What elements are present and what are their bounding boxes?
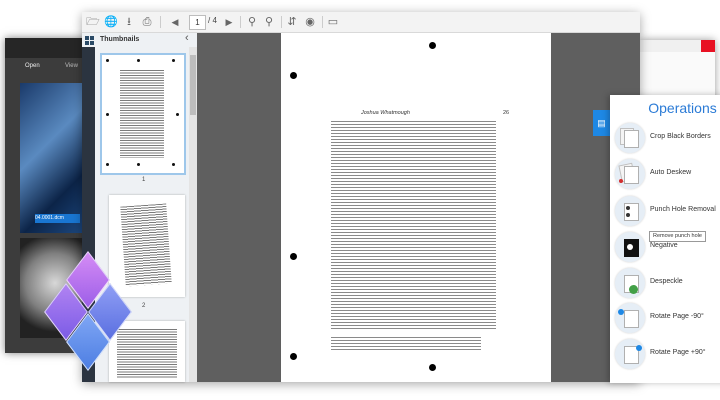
negative-icon [615, 232, 645, 262]
punch-hole-mark [172, 163, 175, 166]
punch-hole-mark [290, 253, 297, 260]
despeckle-icon [615, 268, 645, 298]
op-label: Rotate Page +90° [650, 349, 706, 356]
total-pages-label: / 4 [208, 16, 217, 25]
op-despeckle[interactable]: Despeckle [615, 268, 720, 300]
zoom-out-icon[interactable]: ⚲ [245, 15, 259, 29]
zoom-in-icon[interactable]: ⚲ [262, 15, 276, 29]
punch-hole-mark [106, 163, 109, 166]
printer-icon[interactable]: ⎙ [140, 15, 154, 29]
triangle-left-icon[interactable]: ◀ [168, 15, 182, 29]
fit-height-icon[interactable]: ⇵ [285, 15, 299, 29]
document-canvas: Joshua Whatmough 26 ▤ Operations Crop Bl… [197, 33, 720, 383]
document-page[interactable]: Joshua Whatmough 26 [281, 33, 551, 382]
operation-tooltip: Remove punch hole [649, 231, 706, 242]
punch-hole-mark [172, 59, 175, 62]
mri-scan-image [20, 83, 90, 233]
punch-hole-mark [290, 353, 297, 360]
rotate-left-icon [615, 303, 645, 333]
toolbar-divider [281, 16, 282, 28]
page-number: 26 [503, 110, 510, 116]
current-page-input[interactable]: 1 [189, 15, 206, 30]
operations-title: Operations [648, 100, 717, 116]
deskew-icon [615, 159, 645, 189]
folder-open-icon[interactable]: 🗁 [86, 15, 100, 29]
punch-hole-mark [176, 113, 179, 116]
thumbnail-text-block [120, 70, 164, 158]
punch-hole-mark [106, 59, 109, 62]
rectangle-icon[interactable]: ▭ [326, 15, 340, 29]
running-header: Joshua Whatmough [361, 110, 410, 116]
punch-hole-mark [429, 364, 436, 371]
thumbnail-page-1[interactable] [100, 53, 186, 175]
background-close-icon[interactable] [701, 40, 715, 52]
thumbnail-label: 1 [142, 177, 146, 183]
document-viewer-window: 🗁 🌐 ⭳ ⎙ ◀ 1 / 4 ▶ ⚲ ⚲ ⇵ ◉ ▭ Thumbnails ‹ [82, 12, 720, 383]
op-label: Rotate Page -90° [650, 313, 704, 320]
cube-logo [30, 250, 150, 372]
download-icon[interactable]: ⭳ [122, 15, 136, 29]
rotate-right-icon [615, 339, 645, 369]
toolbar-divider [240, 16, 241, 28]
chevron-left-icon[interactable]: ‹ [185, 32, 189, 44]
punch-hole-mark [137, 163, 140, 166]
op-label: Crop Black Borders [650, 133, 711, 140]
viewer-toolbar: 🗁 🌐 ⭳ ⎙ ◀ 1 / 4 ▶ ⚲ ⚲ ⇵ ◉ ▭ [82, 12, 640, 33]
op-auto-deskew[interactable]: Auto Deskew [615, 159, 720, 191]
scrollbar-thumb[interactable] [190, 55, 196, 115]
punch-hole-mark [429, 42, 436, 49]
toolbar-divider [160, 16, 161, 28]
op-label: Auto Deskew [650, 169, 692, 176]
punch-hole-mark [290, 72, 297, 79]
document-body-text [331, 121, 496, 331]
punch-hole-mark [137, 59, 140, 62]
operations-tab-icon[interactable]: ▤ [593, 110, 610, 136]
toolbar-divider [322, 16, 323, 28]
op-crop-black-borders[interactable]: Crop Black Borders [615, 123, 720, 155]
op-rotate-page-plus-90[interactable]: Rotate Page +90° [615, 339, 720, 371]
selected-series-label: 04.0001.dcm [35, 214, 80, 223]
eye-icon[interactable]: ◉ [303, 15, 317, 29]
crop-borders-icon [615, 123, 645, 153]
op-label: Punch Hole Removal [650, 206, 716, 213]
triangle-right-icon[interactable]: ▶ [222, 15, 236, 29]
grid-icon[interactable] [85, 36, 94, 45]
globe-icon[interactable]: 🌐 [104, 15, 118, 29]
thumbnails-title: Thumbnails [100, 36, 140, 43]
op-label: Despeckle [650, 278, 683, 285]
thumbnails-header: Thumbnails ‹ [82, 32, 197, 47]
punch-hole-mark [106, 113, 109, 116]
document-footnotes [331, 337, 481, 351]
background-open-menu[interactable]: Open [25, 63, 40, 69]
op-rotate-page-minus-90[interactable]: Rotate Page -90° [615, 303, 720, 335]
thumbnails-scrollbar[interactable] [189, 47, 197, 382]
op-punch-hole-removal[interactable]: Punch Hole Removal [615, 196, 720, 228]
op-label: Negative [650, 242, 678, 249]
punch-hole-icon [615, 196, 645, 226]
background-view-menu[interactable]: View [65, 63, 78, 69]
